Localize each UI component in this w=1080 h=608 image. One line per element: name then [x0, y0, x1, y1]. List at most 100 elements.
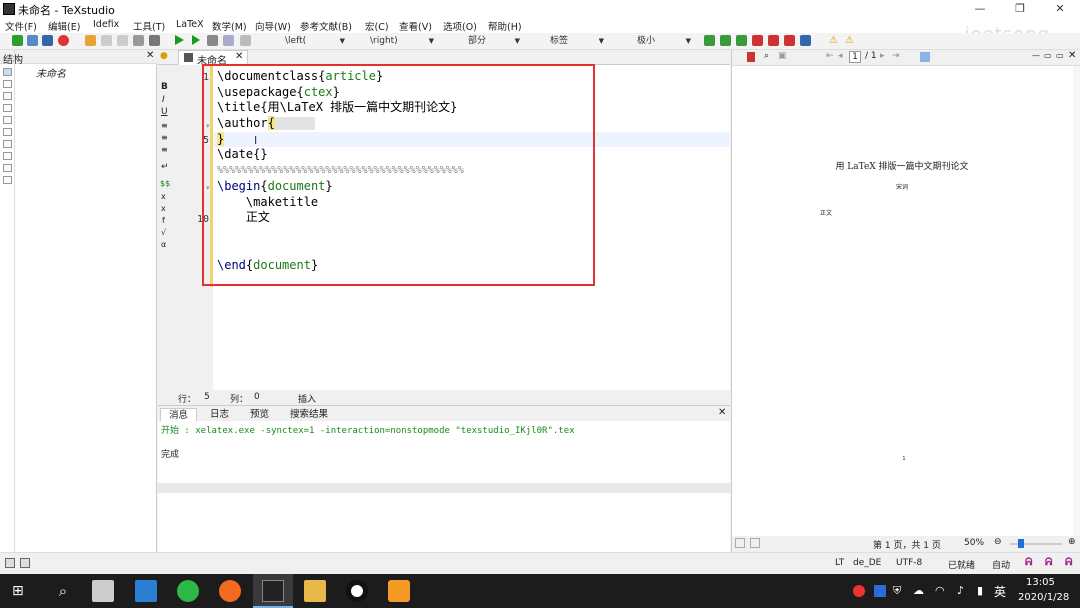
view-log-icon[interactable]: [240, 35, 251, 46]
first-page-icon[interactable]: ⇤: [826, 51, 834, 61]
pdf-page-view[interactable]: 用 LaTeX 排版一篇中文期刊论文 宋词 正文 1: [731, 66, 1080, 536]
clock-date[interactable]: 2020/1/28: [1018, 592, 1069, 603]
menu-math[interactable]: 数学(M): [212, 19, 247, 33]
zoom-in-icon[interactable]: ⊕: [1068, 537, 1076, 547]
align-icon[interactable]: [784, 35, 795, 46]
italic-icon[interactable]: I: [162, 95, 165, 105]
firefox-icon[interactable]: [219, 580, 241, 602]
photos-icon[interactable]: [135, 580, 157, 602]
next-page-icon[interactable]: ▸: [880, 51, 885, 61]
font-size-select[interactable]: 极小 ▼: [637, 35, 691, 48]
app-icon[interactable]: [388, 580, 410, 602]
left-delimiter-select[interactable]: \left(▼: [285, 35, 345, 48]
view-icon[interactable]: [223, 35, 234, 46]
math-icon[interactable]: [3, 104, 12, 112]
calculator-icon[interactable]: [92, 580, 114, 602]
menu-macros[interactable]: 宏(C): [365, 19, 389, 33]
close-tab-icon[interactable]: ✕: [235, 51, 243, 62]
record-tray-icon[interactable]: [853, 585, 865, 597]
remove-row-icon[interactable]: [752, 35, 763, 46]
math-mode-icon[interactable]: $$: [160, 179, 170, 188]
fonts-icon[interactable]: [3, 116, 12, 124]
float-panel-icon[interactable]: ▭: [1056, 51, 1064, 60]
symbols-icon[interactable]: [3, 92, 12, 100]
structure-root-item[interactable]: 未命名: [36, 65, 66, 80]
label-select[interactable]: 标签 ▼: [550, 35, 604, 48]
restore-button[interactable]: ❐: [1005, 1, 1035, 17]
remove-col-icon[interactable]: [768, 35, 779, 46]
close-icon[interactable]: ✕: [1068, 50, 1076, 61]
print-icon[interactable]: ▣: [778, 51, 787, 61]
pdf-scrollbar[interactable]: [1073, 66, 1080, 536]
restore-panel-icon[interactable]: ▭: [1044, 51, 1052, 60]
menu-help[interactable]: 帮助(H): [488, 19, 522, 33]
menu-file[interactable]: 文件(F): [5, 19, 37, 33]
align-columns-icon[interactable]: [800, 35, 811, 46]
prev-page-icon[interactable]: ◂: [838, 51, 843, 61]
superscript-icon[interactable]: x: [161, 204, 166, 213]
close-file-icon[interactable]: [58, 35, 69, 46]
status-icon-2[interactable]: ᕱ: [1045, 557, 1052, 568]
tab-log[interactable]: 日志: [202, 408, 237, 422]
menu-bibliography[interactable]: 参考文献(B): [300, 19, 352, 33]
menu-wizards[interactable]: 向导(W): [255, 19, 291, 33]
table-row-icon[interactable]: [720, 35, 731, 46]
close-icon[interactable]: ✕: [146, 50, 154, 61]
menu-view[interactable]: 查看(V): [399, 19, 432, 33]
sqrt-icon[interactable]: √: [161, 228, 166, 237]
status-icon-3[interactable]: ᕱ: [1065, 557, 1072, 568]
minimize-button[interactable]: —: [965, 1, 995, 17]
network-icon[interactable]: ☁: [913, 584, 924, 597]
stop-icon[interactable]: [207, 35, 218, 46]
table-icon[interactable]: [704, 35, 715, 46]
close-icon[interactable]: ✕: [718, 407, 726, 418]
tab-search-results[interactable]: 搜索结果: [282, 408, 336, 422]
record-icon[interactable]: [346, 580, 368, 602]
minimize-panel-icon[interactable]: —: [1032, 51, 1040, 60]
warning-icon[interactable]: ⚠: [844, 35, 855, 46]
battery-icon[interactable]: ▮: [977, 584, 983, 597]
compile-icon[interactable]: [192, 35, 200, 45]
left-right-icon[interactable]: α: [161, 240, 166, 249]
zoom-text-icon[interactable]: [750, 538, 760, 548]
structure-toggle-icon[interactable]: [5, 558, 15, 568]
wechat-icon[interactable]: [177, 580, 199, 602]
save-icon[interactable]: [42, 35, 53, 46]
section-select[interactable]: 部分 ▼: [468, 35, 520, 48]
structure-icon[interactable]: [3, 68, 12, 76]
messages-toggle-icon[interactable]: [20, 558, 30, 568]
subscript-icon[interactable]: x: [161, 192, 166, 201]
language-select[interactable]: de_DE: [853, 558, 881, 568]
texstudio-icon[interactable]: [262, 580, 284, 602]
shield-icon[interactable]: ⛨: [893, 584, 901, 598]
build-and-view-icon[interactable]: [175, 35, 184, 45]
tab-messages[interactable]: 消息: [160, 408, 198, 422]
fraction-icon[interactable]: f: [162, 216, 165, 225]
greek-icon[interactable]: [3, 164, 12, 172]
new-file-icon[interactable]: [12, 35, 23, 46]
zoom-out-icon[interactable]: ⊖: [994, 537, 1002, 547]
windows-start-icon[interactable]: ⊞: [12, 583, 28, 599]
relations-icon[interactable]: [3, 140, 12, 148]
bold-icon[interactable]: B: [161, 82, 168, 92]
encoding-select[interactable]: UTF-8: [896, 558, 922, 568]
last-page-icon[interactable]: ⇥: [892, 51, 900, 61]
underline-icon[interactable]: U: [161, 107, 168, 117]
align-right-icon[interactable]: ≡: [161, 145, 168, 154]
right-delimiter-select[interactable]: \right) ▼: [370, 35, 434, 48]
warning-icon[interactable]: ⚠: [828, 35, 839, 46]
spellcheck-icon[interactable]: LT: [835, 558, 844, 568]
page-number-input[interactable]: 1: [849, 51, 861, 63]
bookmark-icon[interactable]: [747, 52, 755, 62]
cut-icon[interactable]: [133, 35, 144, 46]
editor-tab[interactable]: 未命名 ✕: [178, 50, 248, 67]
zoom-text-icon[interactable]: [735, 538, 745, 548]
wifi-icon[interactable]: ◠: [935, 584, 945, 597]
fit-width-icon[interactable]: [920, 52, 930, 62]
newline-icon[interactable]: ↵: [161, 162, 169, 172]
menu-tools[interactable]: 工具(T): [133, 19, 165, 33]
file-explorer-icon[interactable]: [304, 580, 326, 602]
bookmarks-icon[interactable]: [3, 80, 12, 88]
menu-idefix[interactable]: Idefix: [93, 19, 119, 30]
zoom-level[interactable]: 50%: [964, 538, 984, 548]
